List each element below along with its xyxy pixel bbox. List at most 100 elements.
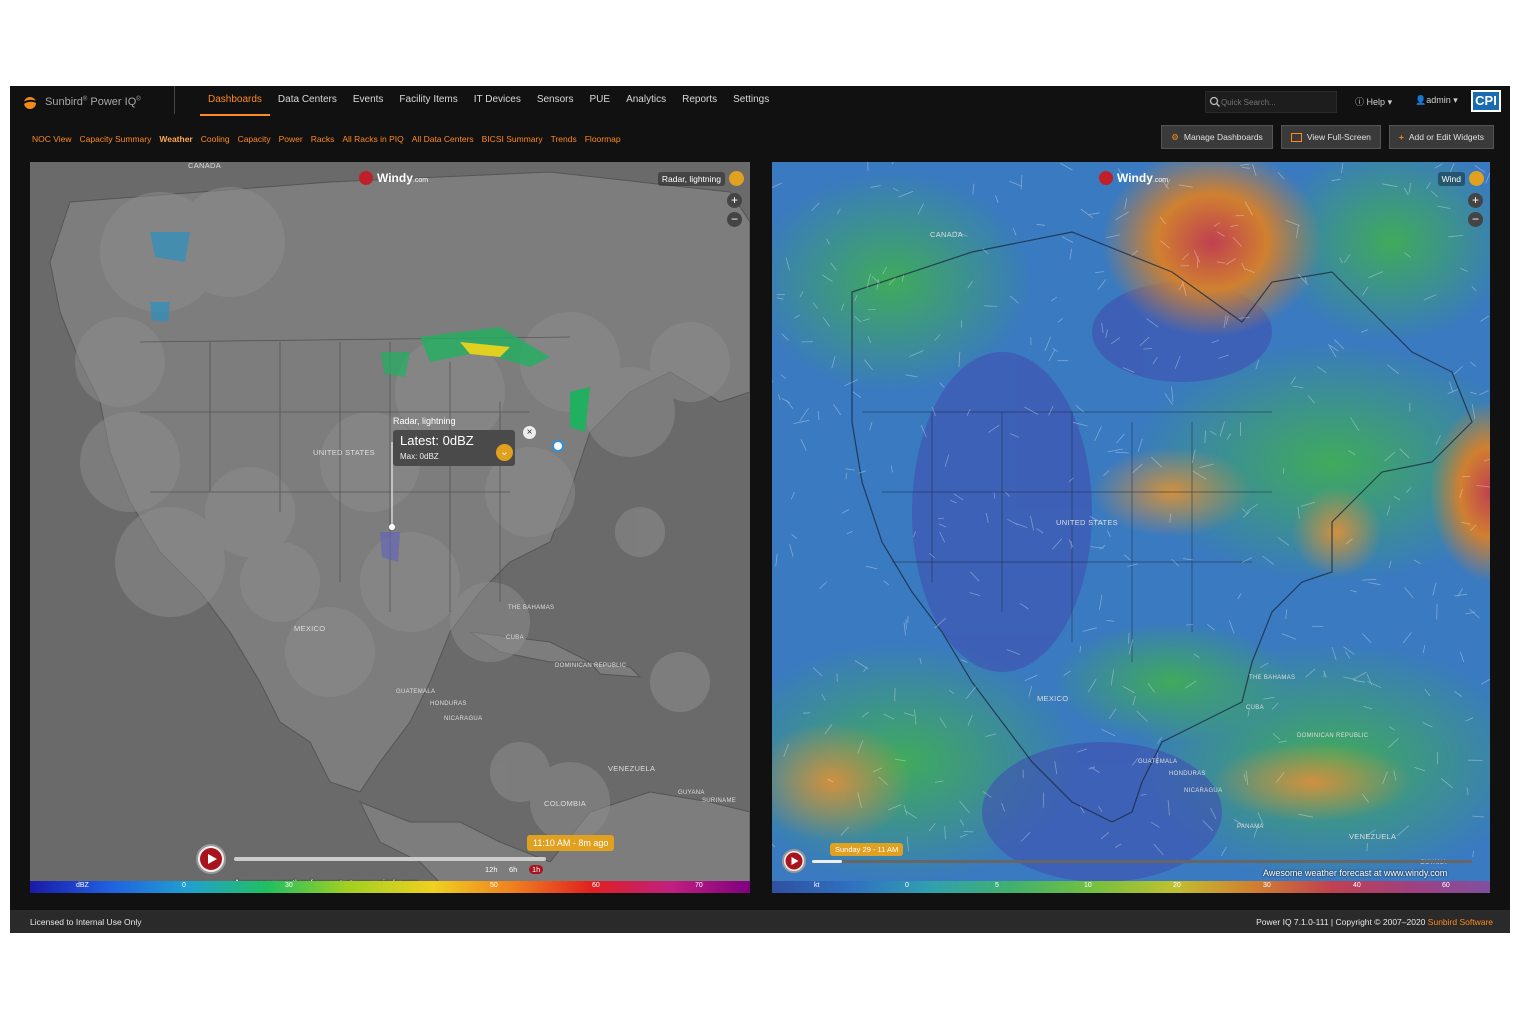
zoom-in-button[interactable]: + (727, 193, 742, 208)
map-label-us: UNITED STATES (1056, 518, 1118, 527)
nav-item-settings[interactable]: Settings (725, 86, 777, 116)
legend-tick: 20 (1173, 882, 1181, 889)
sunbird-logo-icon (21, 97, 39, 109)
radar-widget[interactable]: Windy.com Radar, lightning + − CANADA UN… (30, 162, 750, 893)
brand-name: Sunbird® Power IQ® (45, 96, 141, 108)
company-link[interactable]: Sunbird Software (1428, 917, 1493, 927)
map-label-canada: CANADA (930, 230, 964, 239)
timeline-step-12h[interactable]: 12h (485, 865, 498, 874)
manage-dashboards-button[interactable]: ⚙ Manage Dashboards (1161, 125, 1273, 149)
zoom-out-button[interactable]: − (727, 212, 742, 227)
gear-icon: ⚙ (1171, 131, 1179, 142)
radar-layer-icon (729, 171, 744, 186)
tab-noc-view[interactable]: NOC View (32, 134, 72, 144)
timeline-progress (812, 860, 842, 863)
windy-logo[interactable]: Windy.com (1099, 171, 1168, 185)
legend-tick: 60 (1442, 882, 1450, 889)
tab-weather[interactable]: Weather (159, 134, 192, 144)
nav-item-sensors[interactable]: Sensors (529, 86, 582, 116)
quick-search[interactable] (1205, 91, 1337, 113)
fullscreen-icon (1290, 132, 1302, 142)
timeline-step-1h[interactable]: 1h (529, 865, 544, 874)
user-menu[interactable]: 👤admin ▾ (1415, 95, 1458, 106)
map-label-cuba: CUBA (1246, 705, 1264, 711)
timeline-track[interactable] (234, 857, 546, 861)
map-label-suriname: SURINAME (702, 798, 737, 804)
legend-tick: 10 (1084, 882, 1092, 889)
legend-tick: 5 (995, 882, 999, 889)
zoom-in-button[interactable]: + (1468, 193, 1483, 208)
legend-unit: kt (814, 882, 820, 889)
dashboard-tabs-bar: NOC View Capacity Summary Weather Cooling Ca… (10, 118, 1510, 162)
tab-all-data-centers[interactable]: All Data Centers (412, 134, 474, 144)
popup-close-button[interactable]: × (523, 426, 536, 439)
user-label: admin (1426, 95, 1451, 105)
layer-selector[interactable]: Radar, lightning (657, 171, 744, 186)
popup-expand-button[interactable]: ⌄ (496, 444, 513, 461)
map-label-guatemala: GUATEMALA (396, 689, 436, 695)
map-label-bahamas: THE BAHAMAS (1249, 675, 1296, 681)
wind-legend: kt 0 5 10 20 30 40 60 (772, 881, 1490, 893)
nav-item-data-centers[interactable]: Data Centers (270, 86, 345, 116)
play-button[interactable] (196, 844, 226, 874)
user-icon: 👤 (1415, 95, 1427, 105)
nav-item-facility-items[interactable]: Facility Items (391, 86, 465, 116)
map-label-nicaragua: NICARAGUA (1184, 788, 1223, 794)
tab-capacity[interactable]: Capacity (238, 134, 271, 144)
wind-widget[interactable]: Windy.com Wind + − CANADA UNITED STATES … (772, 162, 1490, 893)
chevron-down-icon: ▾ (1387, 97, 1393, 107)
windy-logo-icon (1099, 171, 1113, 185)
radar-picker-popup[interactable]: Radar, lightning Latest: 0dBZ Max: 0dBZ … (393, 416, 536, 466)
zoom-out-button[interactable]: − (1468, 212, 1483, 227)
top-navigation-bar: Sunbird® Power IQ® Dashboards Data Center… (10, 86, 1510, 118)
popup-latest: Latest: 0dBZ (400, 433, 474, 448)
map-label-guatemala: GUATEMALA (1138, 759, 1178, 765)
play-button[interactable] (782, 849, 806, 873)
plus-icon: + (1398, 132, 1404, 142)
map-label-canada: CANADA (188, 162, 222, 170)
nav-item-reports[interactable]: Reports (674, 86, 725, 116)
legend-tick: 0 (905, 882, 909, 889)
dashboard-tabs: NOC View Capacity Summary Weather Cooling Ca… (32, 134, 621, 144)
tab-all-racks-in-piq[interactable]: All Racks in PIQ (342, 134, 403, 144)
tab-bicsi-summary[interactable]: BICSI Summary (482, 134, 543, 144)
map-label-mexico: MEXICO (294, 624, 326, 633)
tab-racks[interactable]: Racks (311, 134, 335, 144)
help-icon: ⓘ (1355, 97, 1365, 107)
nav-item-it-devices[interactable]: IT Devices (466, 86, 529, 116)
map-label-honduras: HONDURAS (1169, 771, 1206, 777)
nav-item-events[interactable]: Events (345, 86, 392, 116)
view-full-screen-button[interactable]: View Full-Screen (1280, 125, 1381, 149)
windy-logo-text: Windy.com (377, 171, 429, 185)
legend-tick: 70 (695, 882, 703, 889)
timeline-track[interactable] (812, 860, 1472, 863)
windy-logo-text: Windy.com (1117, 171, 1169, 185)
popup-title: Radar, lightning (393, 416, 456, 426)
map-label-guyana: GUYANA (678, 790, 705, 796)
map-label-mexico: MEXICO (1037, 694, 1069, 703)
sunbird-logo[interactable]: Sunbird® Power IQ® (20, 93, 141, 111)
radar-map[interactable] (30, 162, 750, 893)
wind-map[interactable] (772, 162, 1490, 893)
tab-trends[interactable]: Trends (551, 134, 577, 144)
tab-floormap[interactable]: Floormap (585, 134, 621, 144)
windy-logo[interactable]: Windy.com (359, 171, 428, 185)
tab-cooling[interactable]: Cooling (201, 134, 230, 144)
main-nav: Dashboards Data Centers Events Facility Ite… (200, 86, 777, 118)
popup-max: Max: 0dBZ (400, 452, 439, 461)
add-edit-widgets-button[interactable]: + Add or Edit Widgets (1388, 125, 1494, 149)
help-menu[interactable]: ⓘ Help ▾ (1355, 95, 1392, 108)
wind-streak (1366, 843, 1368, 852)
quick-search-input[interactable] (1221, 97, 1331, 107)
legend-tick: 0 (182, 882, 186, 889)
nav-item-pue[interactable]: PUE (582, 86, 619, 116)
map-label-venezuela: VENEZUELA (1349, 832, 1397, 841)
timeline-step-6h[interactable]: 6h (509, 865, 517, 874)
nav-item-dashboards[interactable]: Dashboards (200, 86, 270, 116)
tab-power[interactable]: Power (279, 134, 303, 144)
map-label-dominican: DOMINICAN REPUBLIC (1297, 733, 1369, 739)
nav-item-analytics[interactable]: Analytics (618, 86, 674, 116)
windy-promo-text[interactable]: Awesome weather forecast at www.windy.co… (1263, 868, 1447, 878)
layer-selector[interactable]: Wind (1437, 171, 1484, 186)
tab-capacity-summary[interactable]: Capacity Summary (80, 134, 152, 144)
